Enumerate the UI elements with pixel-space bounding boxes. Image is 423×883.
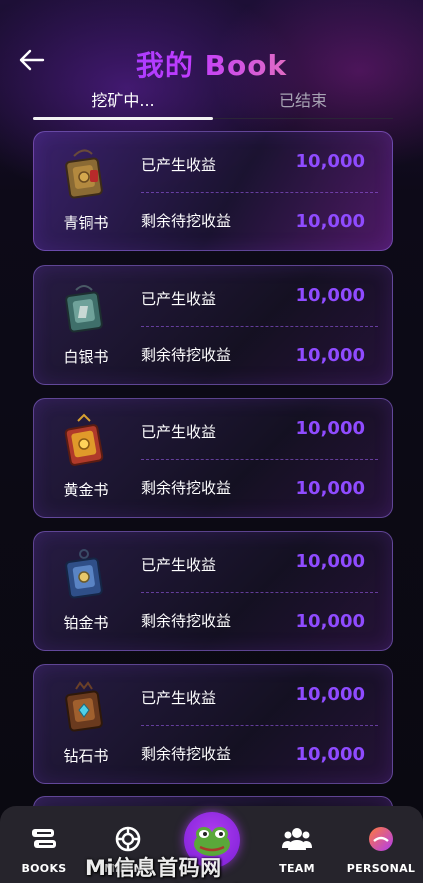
earned-value: 10,000: [295, 551, 365, 572]
book-name: 铂金书: [63, 614, 109, 632]
earned-label: 已产生收益: [141, 290, 217, 308]
book-name: 白银书: [63, 348, 109, 366]
book-name: 青铜书: [63, 214, 109, 232]
book-card-diamond[interactable]: 钻石书 已产生收益 10,000 剩余待挖收益 10,000: [33, 664, 393, 784]
remaining-label: 剩余待挖收益: [141, 745, 232, 763]
earned-value: 10,000: [295, 285, 365, 306]
remaining-value: 10,000: [295, 211, 365, 232]
silver-book-icon: [65, 285, 103, 333]
book-card-platinum[interactable]: 铂金书 已产生收益 10,000 剩余待挖收益 10,000: [33, 531, 393, 651]
remaining-label: 剩余待挖收益: [141, 479, 232, 497]
bronze-book-icon: [65, 149, 103, 199]
tab-active-indicator: [33, 117, 213, 120]
remaining-value: 10,000: [295, 744, 365, 765]
books-icon: [32, 829, 56, 848]
gold-book-icon: [64, 413, 104, 466]
remaining-value: 10,000: [295, 478, 365, 499]
dashed-divider: [141, 725, 378, 726]
earned-label: 已产生收益: [141, 556, 217, 574]
earned-label: 已产生收益: [141, 689, 217, 707]
remaining-value: 10,000: [295, 611, 365, 632]
platinum-book-icon: [65, 549, 103, 599]
diamond-book-icon: [65, 681, 103, 732]
tab-ended[interactable]: 已结束: [213, 88, 393, 120]
dashed-divider: [141, 592, 378, 593]
tab-bar: 挖矿中... 已结束: [33, 88, 393, 120]
earned-value: 10,000: [295, 684, 365, 705]
remaining-label: 剩余待挖收益: [141, 346, 232, 364]
book-card-gold[interactable]: 黄金书 已产生收益 10,000 剩余待挖收益 10,000: [33, 398, 393, 518]
nav-label: BOOKS: [21, 862, 67, 875]
dashed-divider: [141, 192, 378, 193]
book-card-silver[interactable]: 白银书 已产生收益 10,000 剩余待挖收益 10,000: [33, 265, 393, 385]
earned-label: 已产生收益: [141, 156, 217, 174]
earned-label: 已产生收益: [141, 423, 217, 441]
book-card-bronze[interactable]: 青铜书 已产生收益 10,000 剩余待挖收益 10,000: [33, 131, 393, 251]
team-icon: [282, 828, 312, 850]
book-name: 黄金书: [63, 481, 109, 499]
dashed-divider: [141, 459, 378, 460]
remaining-value: 10,000: [295, 345, 365, 366]
earned-value: 10,000: [295, 151, 365, 172]
personal-icon: [369, 827, 393, 851]
book-name: 钻石书: [63, 747, 109, 765]
page-header: 我的 Book: [0, 0, 423, 90]
tab-mining[interactable]: 挖矿中...: [33, 88, 213, 120]
mining-icon: [115, 826, 141, 852]
earned-value: 10,000: [295, 418, 365, 439]
remaining-label: 剩余待挖收益: [141, 212, 232, 230]
remaining-label: 剩余待挖收益: [141, 612, 232, 630]
nav-books[interactable]: BOOKS: [4, 824, 84, 875]
dashed-divider: [141, 326, 378, 327]
page-title: 我的 Book: [0, 44, 423, 84]
watermark-text: Mi信息首码网 www.mixinxi.com: [85, 856, 299, 883]
